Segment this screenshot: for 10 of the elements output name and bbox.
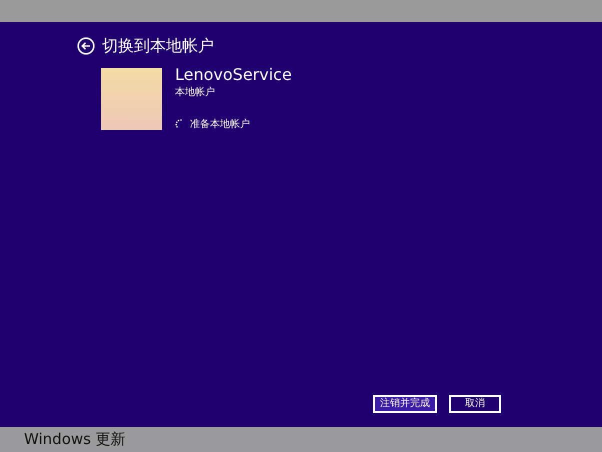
spinner-icon (175, 119, 184, 129)
account-name: LenovoService (175, 66, 292, 84)
account-type: 本地帐户 (175, 86, 216, 99)
page-title: 切换到本地帐户 (102, 36, 214, 56)
dialog-button[interactable]: 取消 (449, 395, 501, 413)
back-icon[interactable] (77, 37, 95, 55)
photo-placeholder (101, 68, 162, 130)
taskbar-label: Windows 更新 (24, 430, 126, 449)
dialog-button[interactable]: 注销并完成 (373, 395, 437, 413)
status-text: 准备本地帐户 (190, 118, 250, 131)
